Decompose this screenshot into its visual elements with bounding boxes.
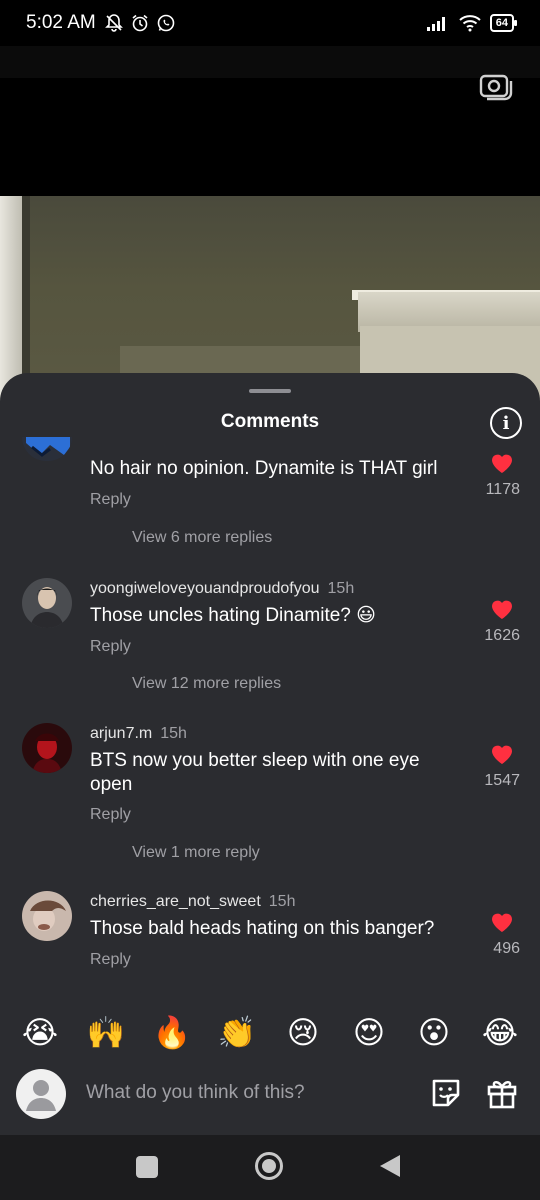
comment-username[interactable]: arjun7.m <box>90 725 152 742</box>
signal-icon <box>426 17 445 31</box>
comment-meta: arjun7.m 15h <box>90 725 187 743</box>
status-bar: 5:02 AM 64 <box>0 0 540 46</box>
comments-sheet: Comments i No hair no opinion. Dynamite … <box>0 373 540 1135</box>
comment-input[interactable] <box>86 1077 406 1109</box>
comment-text: Those bald heads hating on this banger? <box>90 918 435 939</box>
info-icon[interactable]: i <box>490 407 522 439</box>
whatsapp-icon <box>157 14 175 32</box>
heart-icon[interactable] <box>490 598 514 620</box>
heart-icon[interactable] <box>490 911 514 933</box>
alarm-icon <box>132 14 148 32</box>
sticker-icon[interactable] <box>428 1075 464 1111</box>
comment-username[interactable]: cherries_are_not_sweet <box>90 893 261 910</box>
like-count: 1626 <box>484 627 520 644</box>
battery-icon: 64 <box>489 14 518 32</box>
recents-button[interactable] <box>136 1156 158 1178</box>
user-avatar[interactable] <box>16 1069 66 1119</box>
reply-button[interactable]: Reply <box>90 638 131 656</box>
like-count: 1547 <box>484 772 520 789</box>
reaction-raising-hands[interactable]: 🙌 <box>86 1013 126 1053</box>
reaction-clapping[interactable]: 👏 <box>217 1013 257 1053</box>
reaction-crying-loud[interactable]: 😭 <box>20 1013 60 1053</box>
system-nav-bar <box>0 1135 540 1200</box>
view-more-replies[interactable]: View 1 more reply <box>132 844 260 862</box>
comment-time: 15h <box>327 580 355 597</box>
notification-off-icon <box>104 14 123 32</box>
reaction-sad[interactable]: 😢 <box>283 1013 323 1053</box>
live-video[interactable] <box>0 46 540 426</box>
reaction-laughing[interactable]: 😂 <box>480 1013 520 1053</box>
comment-text: BTS now you better sleep with one eye op… <box>90 750 420 795</box>
avatar-image <box>22 578 72 628</box>
like-count: 496 <box>493 940 520 957</box>
reaction-fire[interactable]: 🔥 <box>152 1013 192 1053</box>
reply-button[interactable]: Reply <box>90 491 131 509</box>
avatar-image <box>22 437 72 461</box>
comment-time: 15h <box>268 893 296 910</box>
like-count: 1178 <box>485 481 520 498</box>
reply-button[interactable]: Reply <box>90 951 131 969</box>
comment-meta: cherries_are_not_sweet 15h <box>90 893 295 911</box>
view-more-replies[interactable]: View 12 more replies <box>132 675 281 693</box>
comment-time: 15h <box>160 725 187 742</box>
view-more-replies[interactable]: View 6 more replies <box>132 529 272 547</box>
avatar-image <box>22 891 72 941</box>
reaction-bar: 😭 🙌 🔥 👏 😢 😍 😮 😂 <box>0 1013 540 1055</box>
heart-icon[interactable] <box>490 743 514 765</box>
drag-handle[interactable] <box>249 389 291 393</box>
status-time: 5:02 AM <box>26 12 96 33</box>
avatar[interactable] <box>22 578 72 628</box>
reaction-surprised[interactable]: 😮 <box>414 1013 454 1053</box>
avatar[interactable] <box>22 437 72 461</box>
avatar[interactable] <box>22 723 72 773</box>
comment-text: Those uncles hating Dinamite? 😃 <box>90 605 376 626</box>
reply-button[interactable]: Reply <box>90 806 131 824</box>
wifi-icon <box>459 15 481 32</box>
status-icons-right: 64 <box>426 14 518 32</box>
video-top-band <box>0 46 540 78</box>
back-button[interactable] <box>380 1155 400 1177</box>
heart-icon[interactable] <box>490 452 514 474</box>
avatar-image <box>22 723 72 773</box>
default-avatar-icon <box>26 1080 56 1111</box>
gift-icon[interactable] <box>484 1075 520 1111</box>
comment-meta: yoongiweloveyouandproudofyou 15h <box>90 580 354 598</box>
avatar[interactable] <box>22 891 72 941</box>
status-icons-left <box>104 13 176 33</box>
sheet-title: Comments <box>220 411 320 432</box>
comment-text: No hair no opinion. Dynamite is THAT gir… <box>90 458 438 479</box>
home-button[interactable] <box>255 1152 283 1180</box>
comment-input-row <box>0 1063 540 1123</box>
camera-flip-icon[interactable] <box>478 70 514 104</box>
reaction-heart-eyes[interactable]: 😍 <box>349 1013 389 1053</box>
comment-username[interactable]: yoongiweloveyouandproudofyou <box>90 580 320 597</box>
